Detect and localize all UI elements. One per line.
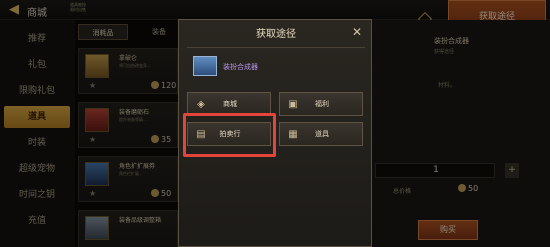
item-name: 装扮合成器 [223, 63, 258, 71]
source-label: 商城 [223, 100, 237, 108]
source-item-button[interactable]: ▦ 道具 [279, 122, 363, 146]
synthesizer-item-icon [193, 56, 217, 76]
close-icon[interactable]: ✕ [350, 25, 364, 39]
source-welfare-button[interactable]: ▣ 福利 [279, 92, 363, 116]
modal-divider [187, 47, 365, 48]
auction-highlight-box [183, 113, 276, 157]
modal-title: 获取途径 [256, 29, 296, 40]
source-label: 福利 [315, 100, 329, 108]
source-label: 道具 [315, 130, 329, 138]
